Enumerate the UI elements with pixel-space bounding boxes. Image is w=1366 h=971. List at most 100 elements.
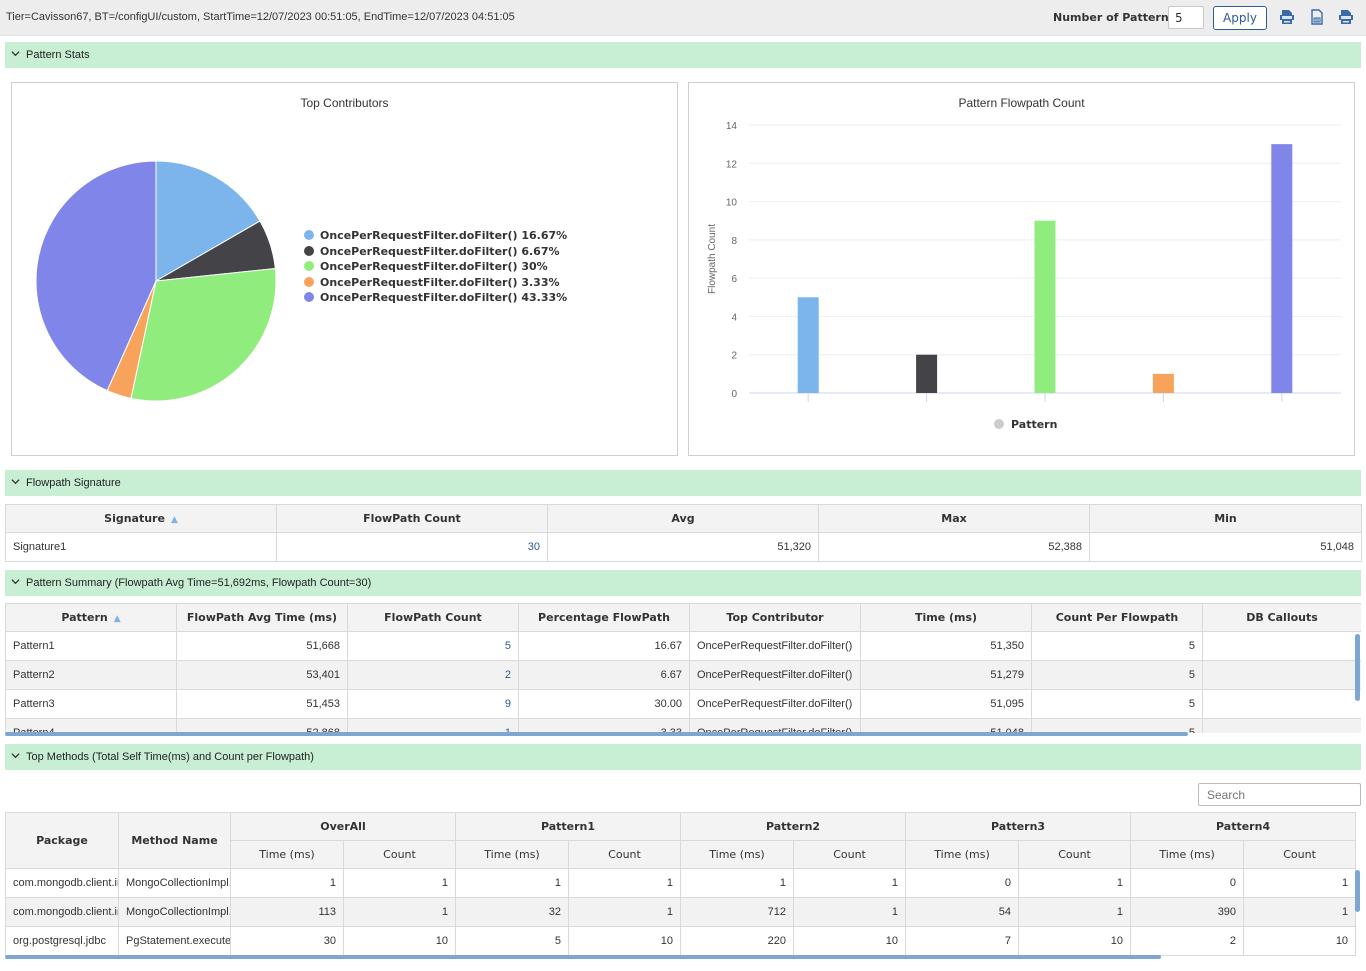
cell-flowpath-count-link[interactable]: 9 bbox=[347, 689, 519, 719]
col-time[interactable]: Time (ms) bbox=[455, 840, 569, 869]
col-count[interactable]: Count bbox=[1018, 840, 1132, 869]
cell-count: 1 bbox=[343, 868, 456, 898]
col-count[interactable]: Count bbox=[567, 840, 682, 869]
top-bar: Tier=Cavisson67, BT=/configUI/custom, St… bbox=[0, 0, 1366, 36]
table-row[interactable]: Pattern1 51,668 5 16.67 OncePerRequestFilter… bbox=[5, 631, 1361, 661]
top-methods-vscrollbar[interactable] bbox=[1355, 870, 1360, 912]
section-title: Pattern Summary (Flowpath Avg Time=51,69… bbox=[26, 577, 372, 589]
cell-db-callouts bbox=[1202, 689, 1361, 719]
table-row: Signature1 30 51,320 52,388 51,048 bbox=[5, 532, 1362, 562]
pattern-flowpath-count-panel: Pattern Flowpath Count 0 2 4 6 8 10 12 14 Flowpa… bbox=[688, 82, 1355, 456]
cell-count: 1 bbox=[1018, 897, 1132, 927]
export-word-icon[interactable] bbox=[1280, 9, 1294, 25]
cell-method-name: PgStatement.execute bbox=[118, 926, 231, 956]
cell-time: 32 bbox=[455, 897, 569, 927]
cell-top-contributor: OncePerRequestFilter.doFilter() bbox=[689, 689, 861, 719]
col-signature[interactable]: Signature ▲ bbox=[5, 504, 277, 533]
apply-button[interactable]: Apply bbox=[1213, 6, 1267, 30]
col-count[interactable]: Count bbox=[343, 840, 456, 869]
legend-marker[interactable] bbox=[994, 419, 1004, 429]
col-count-per-flowpath[interactable]: Count Per Flowpath bbox=[1031, 603, 1203, 632]
cell-time: 1 bbox=[455, 868, 569, 898]
section-flowpath-signature[interactable]: Flowpath Signature bbox=[5, 470, 1361, 496]
export-pdf-icon[interactable] bbox=[1339, 9, 1353, 25]
pattern-summary-vscrollbar[interactable] bbox=[1355, 634, 1360, 701]
pattern-summary-scroll: Pattern ▲ FlowPath Avg Time (ms) FlowPath… bbox=[5, 603, 1361, 733]
col-count[interactable]: Count bbox=[1243, 840, 1357, 869]
bar-pattern2[interactable] bbox=[916, 354, 938, 393]
legend-item[interactable]: OncePerRequestFilter.doFilter() 16.67% bbox=[304, 229, 567, 242]
cell-flowpath-count-link[interactable]: 30 bbox=[276, 532, 548, 562]
bar-pattern4[interactable] bbox=[1152, 373, 1174, 393]
cell-db-callouts bbox=[1202, 631, 1361, 661]
cell-count: 1 bbox=[1018, 868, 1132, 898]
col-time[interactable]: Time (ms) bbox=[680, 840, 795, 869]
legend-marker bbox=[304, 261, 314, 271]
number-of-pattern-input[interactable] bbox=[1168, 6, 1204, 29]
bar-pattern5[interactable] bbox=[1271, 144, 1293, 393]
cell-time: 2 bbox=[1130, 926, 1245, 956]
cell-time: 7 bbox=[905, 926, 1020, 956]
cell-flowpath-avg-time: 51,453 bbox=[176, 689, 348, 719]
pattern-summary-table: Pattern ▲ FlowPath Avg Time (ms) FlowPath… bbox=[5, 603, 1361, 733]
cell-flowpath-count-link[interactable]: 5 bbox=[347, 631, 519, 661]
cell-flowpath-count-link[interactable]: 2 bbox=[347, 660, 519, 690]
chevron-down-icon bbox=[11, 51, 20, 57]
chevron-down-icon bbox=[11, 753, 20, 759]
pattern-summary-hscrollbar[interactable] bbox=[5, 732, 1188, 736]
table-row[interactable]: Pattern2 53,401 2 6.67 OncePerRequestFilter.… bbox=[5, 660, 1361, 690]
chevron-down-icon bbox=[11, 479, 20, 485]
group-pattern4: Pattern4 bbox=[1130, 812, 1357, 841]
cell-percentage: 3.33 bbox=[518, 718, 690, 733]
export-excel-icon[interactable] bbox=[1310, 9, 1324, 25]
col-package[interactable]: Package bbox=[5, 812, 119, 869]
col-percentage-flowpath[interactable]: Percentage FlowPath bbox=[518, 603, 690, 632]
table-row[interactable]: com.mongodb.client.internalMongoCollecti… bbox=[5, 868, 1357, 898]
col-count[interactable]: Count bbox=[793, 840, 907, 869]
col-time[interactable]: Time (ms) bbox=[860, 603, 1032, 632]
sort-asc-icon: ▲ bbox=[170, 515, 178, 525]
table-row[interactable]: Pattern4 52,868 1 3.33 OncePerRequestFilter.… bbox=[5, 718, 1361, 733]
col-min[interactable]: Min bbox=[1089, 504, 1362, 533]
legend-item[interactable]: OncePerRequestFilter.doFilter() 6.67% bbox=[304, 245, 560, 258]
cell-package: com.mongodb.client.internal bbox=[5, 897, 119, 927]
col-top-contributor[interactable]: Top Contributor bbox=[689, 603, 861, 632]
col-time[interactable]: Time (ms) bbox=[230, 840, 344, 869]
cell-time: 390 bbox=[1130, 897, 1245, 927]
legend-marker bbox=[304, 292, 314, 302]
cell-count: 10 bbox=[1018, 926, 1132, 956]
section-pattern-summary[interactable]: Pattern Summary (Flowpath Avg Time=51,69… bbox=[5, 570, 1361, 596]
cell-time: 51,279 bbox=[860, 660, 1032, 690]
col-time[interactable]: Time (ms) bbox=[905, 840, 1020, 869]
cell-count: 1 bbox=[343, 897, 456, 927]
col-flowpath-count[interactable]: FlowPath Count bbox=[276, 504, 548, 533]
table-row[interactable]: Pattern3 51,453 9 30.00 OncePerRequestFilter… bbox=[5, 689, 1361, 719]
bar-pattern3[interactable] bbox=[1034, 220, 1056, 393]
bar-pattern1[interactable] bbox=[797, 297, 819, 393]
section-pattern-stats[interactable]: Pattern Stats bbox=[5, 42, 1361, 68]
search-input[interactable] bbox=[1198, 783, 1361, 806]
col-time[interactable]: Time (ms) bbox=[1130, 840, 1245, 869]
y-tick-label: 10 bbox=[726, 198, 738, 209]
col-flowpath-count[interactable]: FlowPath Count bbox=[347, 603, 519, 632]
table-row[interactable]: com.mongodb.client.internalMongoCollecti… bbox=[5, 897, 1357, 927]
legend-item[interactable]: OncePerRequestFilter.doFilter() 30% bbox=[304, 260, 548, 273]
col-method-name[interactable]: Method Name bbox=[118, 812, 231, 869]
cell-count: 1 bbox=[793, 897, 907, 927]
col-pattern[interactable]: Pattern ▲ bbox=[5, 603, 177, 632]
section-top-methods[interactable]: Top Methods (Total Self Time(ms) and Cou… bbox=[5, 744, 1361, 770]
col-avg[interactable]: Avg bbox=[547, 504, 819, 533]
cell-flowpath-count-link[interactable]: 1 bbox=[347, 718, 519, 733]
top-methods-hscrollbar[interactable] bbox=[5, 955, 1161, 959]
pie-chart-title: Top Contributors bbox=[300, 96, 389, 110]
legend-label[interactable]: Pattern bbox=[1011, 418, 1057, 431]
table-row[interactable]: org.postgresql.jdbc PgStatement.execute 30… bbox=[5, 926, 1357, 956]
col-flowpath-avg-time[interactable]: FlowPath Avg Time (ms) bbox=[176, 603, 348, 632]
legend-item[interactable]: OncePerRequestFilter.doFilter() 3.33% bbox=[304, 276, 560, 289]
col-max[interactable]: Max bbox=[818, 504, 1090, 533]
cell-pattern: Pattern4 bbox=[5, 718, 177, 733]
cell-max: 52,388 bbox=[818, 532, 1090, 562]
legend-label: OncePerRequestFilter.doFilter() 3.33% bbox=[320, 275, 560, 289]
col-db-callouts[interactable]: DB Callouts bbox=[1202, 603, 1361, 632]
legend-item[interactable]: OncePerRequestFilter.doFilter() 43.33% bbox=[304, 291, 567, 304]
